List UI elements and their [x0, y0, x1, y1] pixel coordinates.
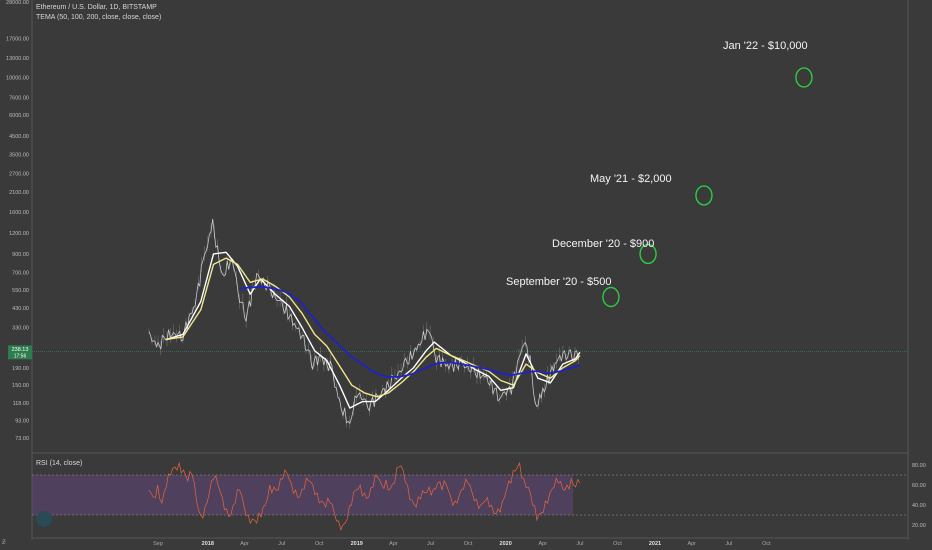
time-tick-label: 2019	[351, 541, 363, 547]
time-tick-label: Jul	[278, 541, 285, 547]
price-tick-label: 93.00	[15, 418, 29, 424]
tradingview-logo-icon	[36, 511, 52, 527]
time-tick-label: Jul	[725, 541, 732, 547]
rsi-legend: RSI (14, close)	[36, 460, 83, 467]
price-tick-label: 7600.00	[9, 96, 29, 102]
time-tick-label: Jul	[576, 541, 583, 547]
time-tick-label: 2020	[500, 541, 512, 547]
time-tick-label: 2018	[202, 541, 214, 547]
annotation-dec-20: December '20 - $900	[552, 238, 655, 250]
price-tick-label: 118.00	[13, 401, 29, 407]
price-tick-label: 17000.00	[6, 37, 29, 43]
time-tick-label: Oct	[315, 541, 324, 547]
rsi-tick-label: 40.00	[912, 503, 926, 509]
annotation-may-21: May '21 - $2,000	[590, 173, 672, 185]
time-tick-label: 2021	[649, 541, 661, 547]
indicator-legend: TEMA (50, 100, 200, close, close, close)	[36, 14, 162, 21]
time-tick-label: Apr	[539, 541, 548, 547]
time-tick-label: Oct	[762, 541, 771, 547]
time-tick-label: Oct	[613, 541, 622, 547]
price-tick-label: 6000.00	[9, 113, 29, 119]
chart-svg: 28000.00 17000.00 13000.00 10000.00 7600.00 6…	[0, 0, 932, 550]
time-tick-label: Apr	[687, 541, 696, 547]
time-tick-label: Apr	[240, 541, 249, 547]
time-tick-label: Jul	[427, 541, 434, 547]
chart-root: 28000.00 17000.00 13000.00 10000.00 7600.00 6…	[0, 0, 932, 550]
time-tick-label: Apr	[389, 541, 398, 547]
price-tick-label: 900.00	[12, 252, 29, 258]
price-tick-label: 4500.00	[9, 134, 29, 140]
annotation-sep-20: September '20 - $500	[506, 276, 612, 288]
price-tick-label: 28000.00	[6, 0, 29, 6]
rsi-tick-label: 60.00	[912, 483, 926, 489]
price-tick-label: 13000.00	[6, 56, 29, 62]
rsi-tick-label: 20.00	[912, 523, 926, 529]
rsi-band	[32, 475, 573, 515]
price-tick-label: 3500.00	[9, 152, 29, 158]
price-tick-label: 550.00	[12, 288, 29, 294]
price-tick-label: 1600.00	[9, 210, 29, 216]
price-tick-label: 2700.00	[9, 171, 29, 177]
current-price-value: 238.13	[12, 347, 29, 353]
rsi-tick-label: 80.00	[912, 463, 926, 469]
price-tick-label: 430.00	[12, 306, 29, 312]
background	[0, 0, 932, 550]
annotation-jan-22: Jan '22 - $10,000	[723, 40, 808, 52]
time-tick-label: Oct	[464, 541, 473, 547]
price-tick-label: 700.00	[12, 270, 29, 276]
settings-glyph-icon[interactable]: Ƶ	[2, 540, 6, 546]
price-tick-label: 2100.00	[9, 190, 29, 196]
price-tick-label: 330.00	[12, 325, 29, 331]
symbol-title: Ethereum / U.S. Dollar, 1D, BITSTAMP	[36, 4, 157, 11]
price-tick-label: 10000.00	[6, 75, 29, 81]
price-tick-label: 1200.00	[9, 231, 29, 237]
current-price-countdown: 17:56	[14, 353, 27, 359]
price-tick-label: 150.00	[12, 383, 29, 389]
price-tick-label: 73.00	[15, 436, 29, 442]
price-tick-label: 190.00	[12, 366, 29, 372]
time-tick-label: Sep	[153, 541, 163, 547]
